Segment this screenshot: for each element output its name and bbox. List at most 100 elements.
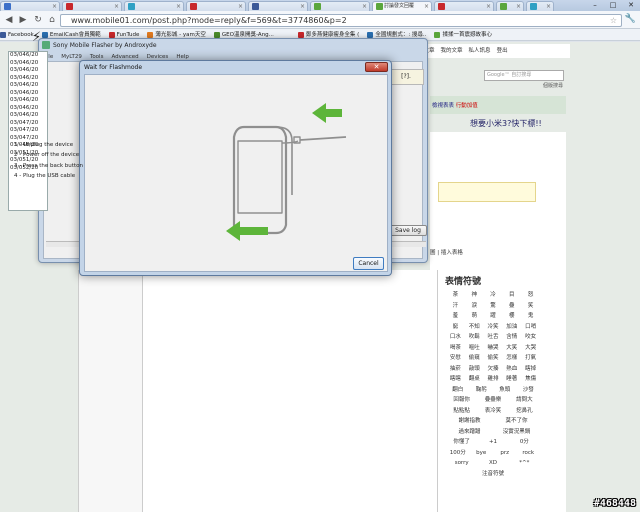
browser-tab[interactable]: × (434, 1, 494, 11)
minimize-button[interactable]: – (586, 0, 604, 11)
star-icon[interactable]: ☆ (610, 15, 617, 27)
emoji-item[interactable]: 含情 (502, 332, 521, 343)
emoji-item[interactable]: 表冷笑 (477, 406, 508, 417)
emoji-item[interactable]: +1 (477, 437, 508, 448)
emoji-item[interactable]: 回報你 (446, 395, 477, 406)
view-table-link[interactable]: 檢視表表 (432, 103, 454, 109)
emoji-item[interactable]: 睡著 (502, 374, 521, 385)
emoji-item[interactable]: 翻白 (446, 385, 470, 396)
emoji-item[interactable]: 100分 (446, 448, 470, 459)
emoji-item[interactable]: 加油 (502, 322, 521, 333)
emoji-item[interactable]: 魚頭 (493, 385, 517, 396)
tab-close-icon[interactable]: × (300, 2, 305, 11)
browser-tab[interactable]: × (62, 1, 122, 11)
emoji-item[interactable]: 安慰 (446, 353, 465, 364)
save-log-button[interactable]: Save log (389, 225, 427, 236)
promo-link[interactable]: 想要小米3?快下標!! (470, 118, 542, 129)
emoji-item[interactable]: 口哨 (521, 322, 540, 333)
emoji-item[interactable]: 茶 (446, 290, 465, 301)
emoji-item[interactable]: 嚇哭 (484, 343, 503, 354)
emoji-item[interactable]: 咬女 (521, 332, 540, 343)
emoji-item[interactable]: 大笑 (502, 343, 521, 354)
emoji-item[interactable]: 翻桌 (465, 374, 484, 385)
emoji-item[interactable]: 吹鬍 (465, 332, 484, 343)
emoji-item[interactable]: 淚 (465, 301, 484, 312)
browser-tab[interactable]: × (0, 1, 60, 11)
emoji-item[interactable]: 不知 (465, 322, 484, 333)
emoji-item[interactable]: 敲頭 (465, 364, 484, 375)
address-bar[interactable]: www.mobile01.com/post.php?mode=reply&f=5… (60, 14, 622, 27)
emoji-item[interactable]: 你懂了 (446, 437, 477, 448)
emoji-item[interactable]: 口水 (446, 332, 465, 343)
emoji-item[interactable]: 窮 (446, 322, 465, 333)
dialog-close-button[interactable]: ✕ (365, 62, 388, 72)
home-button[interactable]: ⌂ (46, 14, 58, 26)
browser-tab[interactable]: × (310, 1, 370, 11)
emoji-item[interactable]: 雞排 (484, 374, 503, 385)
emoji-item[interactable]: 笑 (521, 301, 540, 312)
cancel-button[interactable]: Cancel (353, 257, 384, 270)
emoji-item[interactable]: 冷笑 (484, 322, 503, 333)
google-search-input[interactable]: Google™ 自訂搜尋 (484, 70, 564, 81)
emoji-item[interactable]: 瞎掉 (521, 364, 540, 375)
tab-close-icon[interactable]: × (176, 2, 181, 11)
emoji-item[interactable]: 羞 (446, 311, 465, 322)
emoji-item[interactable]: 吐舌 (484, 332, 503, 343)
emoji-item[interactable]: 抽菸 (446, 364, 465, 375)
compose-area[interactable] (142, 270, 438, 512)
emoji-item[interactable]: 挖鼻孔 (509, 406, 540, 417)
emoji-item[interactable]: 鬼 (521, 311, 540, 322)
browser-tab[interactable]: 討論發文回覆 × (372, 1, 432, 11)
emoji-item[interactable]: 注音符號 (446, 469, 540, 480)
emoji-item[interactable]: XD (477, 458, 508, 469)
flasher-menu-item[interactable]: MyLT29 (61, 54, 82, 60)
wrench-icon[interactable]: 🔧 (625, 14, 636, 24)
browser-tab[interactable]: × (248, 1, 308, 11)
tab-close-icon[interactable]: × (52, 2, 57, 11)
mobile-value-link[interactable]: 行動加值 (456, 103, 478, 109)
flash-bolt-icon[interactable]: ⚡ (32, 30, 41, 45)
tab-close-icon[interactable]: × (114, 2, 119, 11)
emoji-item[interactable]: 神 (465, 290, 484, 301)
emoji-item[interactable]: 萌 (465, 311, 484, 322)
emoji-item[interactable]: prz (493, 448, 517, 459)
emoji-item[interactable]: 疊疊樂 (477, 395, 508, 406)
emoji-item[interactable]: 驚 (484, 301, 503, 312)
emoji-item[interactable]: 怒 (521, 290, 540, 301)
emoji-item[interactable]: 過來蹭蹭 (446, 427, 493, 438)
bookmark-item[interactable]: Facebook (0, 29, 34, 40)
browser-tab[interactable]: × (496, 1, 524, 11)
site-nav-item[interactable]: 我的文章 (441, 48, 463, 54)
emoji-item[interactable]: 躍 (484, 311, 503, 322)
emoji-item[interactable]: 莫不了你 (493, 416, 540, 427)
tab-close-icon[interactable]: × (362, 2, 367, 11)
close-window-button[interactable]: ✕ (622, 0, 640, 11)
emoji-item[interactable]: 鞠躬 (470, 385, 494, 396)
emoji-item[interactable]: 瞎瞎 (446, 374, 465, 385)
emoji-item[interactable]: 櫻 (502, 311, 521, 322)
site-nav-item[interactable]: 私人訊息 (469, 48, 491, 54)
maximize-button[interactable]: □ (604, 0, 622, 11)
emoji-item[interactable]: 目 (502, 290, 521, 301)
emoji-item[interactable]: 打氣 (521, 353, 540, 364)
device-dropdown[interactable]: [?]. (388, 69, 424, 85)
emoji-item[interactable]: 沒實況黑鍋 (493, 427, 540, 438)
emoji-item[interactable]: 嘔吐 (465, 343, 484, 354)
emoji-item[interactable]: 怎樣 (502, 353, 521, 364)
browser-tab[interactable]: × (526, 1, 554, 11)
emoji-item[interactable]: 偷笑 (484, 353, 503, 364)
tab-close-icon[interactable]: × (238, 2, 243, 11)
tab-close-icon[interactable]: × (516, 2, 521, 11)
emoji-item[interactable]: 疊 (502, 301, 521, 312)
insert-table-link[interactable]: 圖 | 插入表格 (430, 248, 463, 256)
tab-close-icon[interactable]: × (546, 2, 551, 11)
reload-button[interactable]: ↻ (32, 14, 44, 26)
emoji-item[interactable]: bye (470, 448, 494, 459)
emoji-item[interactable]: 大哭 (521, 343, 540, 354)
emoji-item[interactable]: 喝茶 (446, 343, 465, 354)
emoji-item[interactable]: 0分 (509, 437, 540, 448)
browser-tab[interactable]: × (186, 1, 246, 11)
emoji-item[interactable]: 請問大 (509, 395, 540, 406)
tab-close-icon[interactable]: × (486, 2, 491, 11)
back-button[interactable]: ◀ (3, 14, 15, 26)
